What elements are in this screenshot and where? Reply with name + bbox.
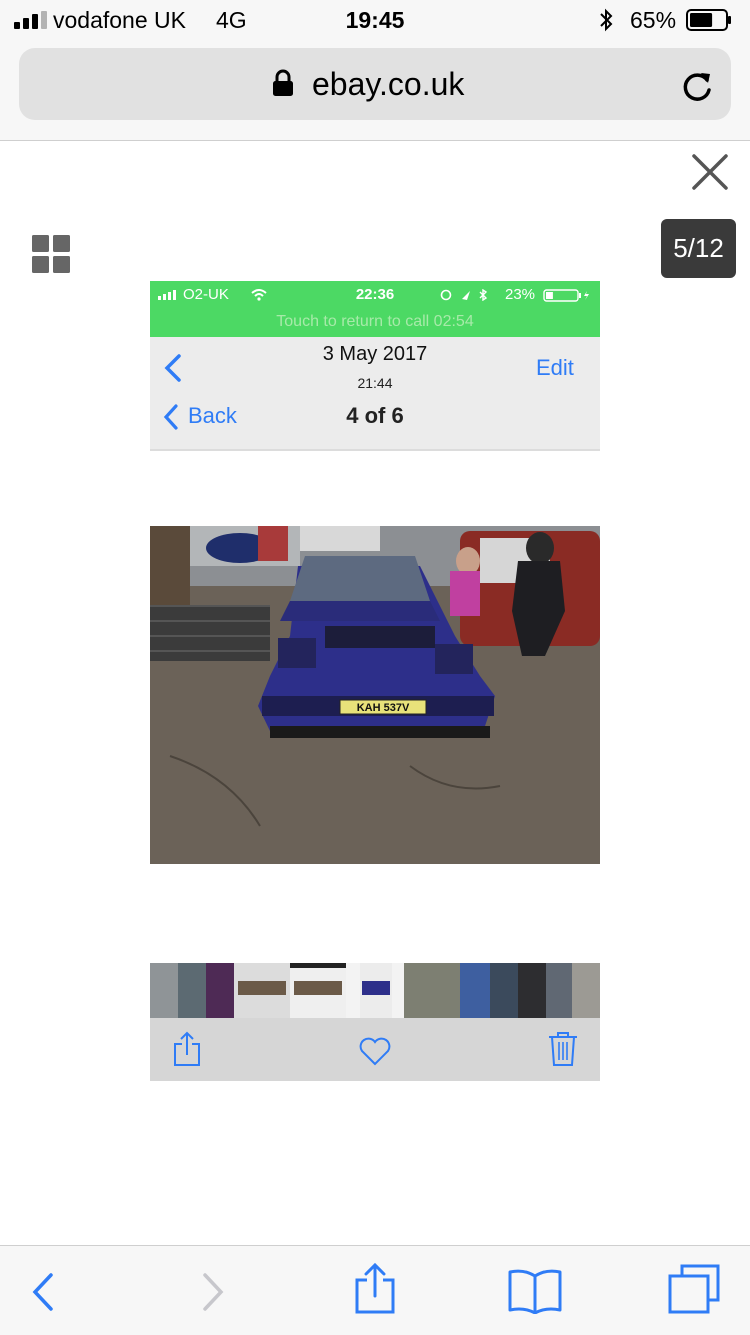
photo-trash-icon: [549, 1032, 577, 1066]
tabs-icon[interactable]: [668, 1264, 720, 1314]
photo-time: 21:44: [357, 375, 393, 391]
photo-position: 4 of 6: [346, 403, 404, 428]
photo-date: 3 May 2017: [322, 343, 428, 365]
photo-edit-label: Edit: [536, 355, 574, 380]
battery-icon: [686, 9, 731, 31]
photo-battery-percent: 23%: [505, 286, 536, 303]
photo-status-icons: [440, 289, 488, 301]
back-arrow-icon[interactable]: [30, 1272, 56, 1312]
car-photo: KAH 537V: [150, 526, 600, 864]
image-counter-badge: 5/12: [661, 219, 736, 278]
number-plate: KAH 537V: [357, 702, 410, 714]
reload-icon[interactable]: [680, 68, 714, 104]
listing-photo[interactable]: O2-UK 22:36 23% Touch to return to call …: [150, 281, 600, 1081]
return-to-call-banner: Touch to return to call 02:54: [276, 313, 474, 330]
grid-icon[interactable]: [32, 235, 70, 273]
thumbnail-strip: [150, 963, 600, 1018]
bookmarks-icon[interactable]: [508, 1268, 562, 1314]
share-icon[interactable]: [354, 1262, 396, 1314]
photo-share-icon: [174, 1031, 200, 1066]
photo-battery-icon: [543, 289, 589, 302]
lock-icon: [273, 69, 293, 96]
bluetooth-icon: [600, 8, 613, 32]
forward-arrow-icon[interactable]: [200, 1272, 226, 1312]
close-icon[interactable]: [690, 152, 730, 192]
photo-heart-icon: [359, 1037, 391, 1066]
battery-percent: 65%: [630, 7, 677, 33]
url-text[interactable]: ebay.co.uk: [312, 66, 464, 103]
